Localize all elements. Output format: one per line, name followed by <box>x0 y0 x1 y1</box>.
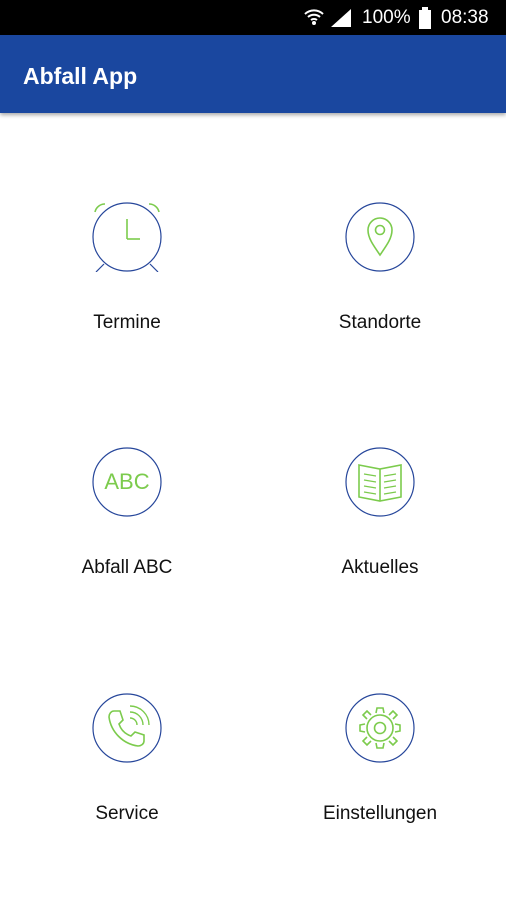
battery-icon <box>419 7 431 29</box>
menu-item-label: Aktuelles <box>341 557 419 578</box>
menu-item-einstellungen[interactable]: Einstellungen <box>265 693 495 873</box>
alarm-clock-icon <box>92 202 162 272</box>
menu-item-termine[interactable]: Termine <box>12 202 242 382</box>
menu-item-label: Termine <box>93 312 161 333</box>
abc-icon: ABC <box>92 447 162 517</box>
abc-icon-text: ABC <box>104 469 149 494</box>
menu-item-label: Standorte <box>338 312 422 333</box>
phone-icon <box>92 693 162 763</box>
open-book-icon <box>345 447 415 517</box>
signal-icon <box>331 9 351 27</box>
menu-item-label: Service <box>95 803 159 824</box>
location-pin-icon <box>345 202 415 272</box>
menu-item-label: Abfall ABC <box>81 557 173 578</box>
menu-item-aktuelles[interactable]: Aktuelles <box>265 447 495 627</box>
status-bar: 100% 08:38 <box>0 0 506 35</box>
menu-item-label: Einstellungen <box>322 803 438 824</box>
app-bar: Abfall App <box>0 35 506 113</box>
menu-item-abfall-abc[interactable]: ABC Abfall ABC <box>12 447 242 627</box>
app-title: Abfall App <box>23 63 138 89</box>
status-clock: 08:38 <box>441 7 489 28</box>
menu-item-standorte[interactable]: Standorte <box>265 202 495 382</box>
wifi-icon <box>304 9 324 25</box>
battery-percentage: 100% <box>362 7 411 28</box>
menu-item-service[interactable]: Service <box>12 693 242 873</box>
gear-icon <box>345 693 415 763</box>
